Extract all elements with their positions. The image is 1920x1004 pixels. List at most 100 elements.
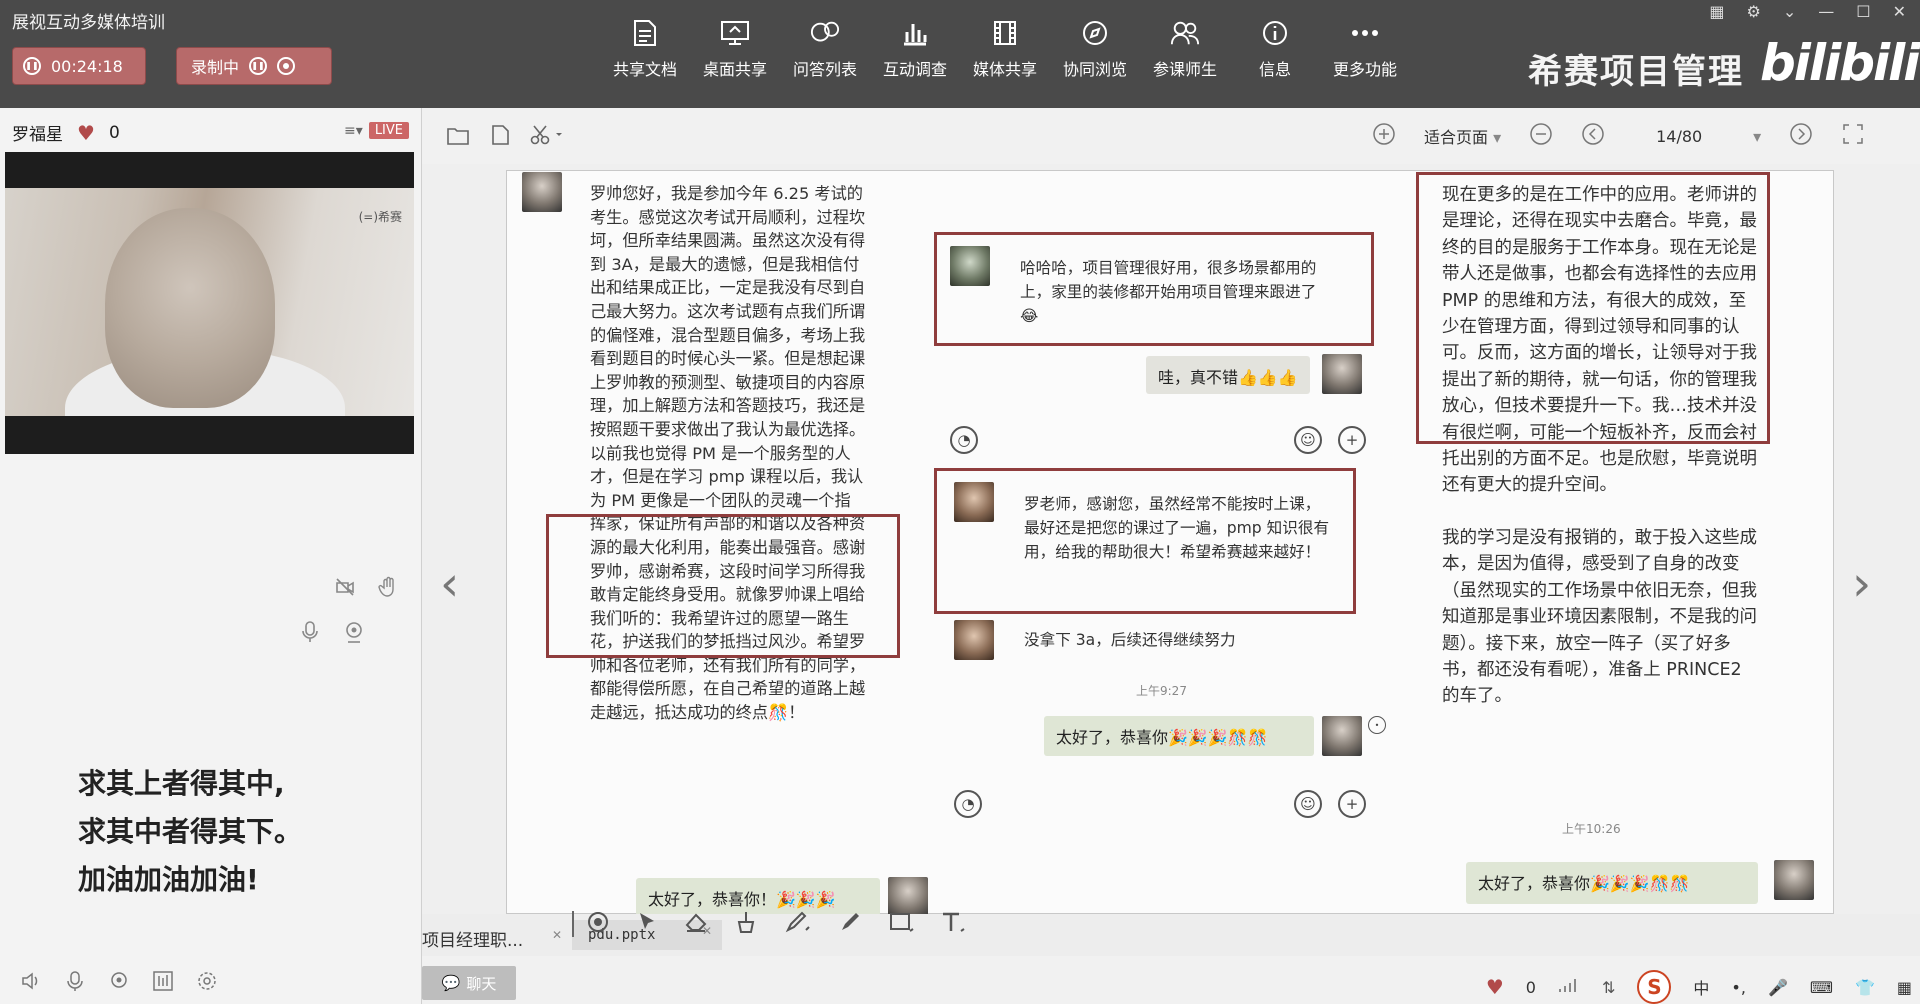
tool-more[interactable]: 更多功能 <box>1320 18 1410 80</box>
highlighter-icon[interactable] <box>838 910 862 938</box>
pause-timer-button[interactable]: ❚❚ 00:24:18 <box>12 47 146 85</box>
toolbar-divider <box>572 911 574 937</box>
page-dropdown-icon[interactable]: ▾ <box>1753 127 1761 146</box>
avatar <box>1322 354 1362 394</box>
message-text: 哈哈哈，项目管理很好用，很多场景都用的上，家里的装修都开始用项目管理来跟进了😂 <box>1020 259 1317 325</box>
recording-stop-icon[interactable] <box>277 57 296 75</box>
reply-bubble: 太好了，恭喜你🎉🎉🎉🎊🎊 <box>1044 716 1314 756</box>
next-slide-arrow-icon[interactable]: › <box>1852 556 1871 612</box>
avatar <box>954 482 994 522</box>
hand-raise-icon[interactable] <box>378 576 400 602</box>
camera-off-icon[interactable] <box>334 576 356 602</box>
scissors-icon[interactable] <box>530 124 564 150</box>
webcam-icon[interactable] <box>342 620 366 648</box>
speaker-icon[interactable] <box>20 970 42 996</box>
annotation-toolbar <box>572 910 966 938</box>
fullscreen-icon[interactable] <box>1841 122 1865 150</box>
new-file-icon[interactable] <box>490 124 510 150</box>
prev-page-icon[interactable] <box>1581 122 1605 150</box>
tool-share-document[interactable]: 共享文档 <box>600 18 690 80</box>
zoom-dropdown-icon: ▾ <box>1493 128 1502 147</box>
chevron-down-icon[interactable]: ⌄ <box>1783 2 1796 21</box>
heart-icon[interactable]: ♥ <box>77 121 95 145</box>
motto-line: 求其中者得其下。 <box>78 815 303 848</box>
top-bar: 展视互动多媒体培训 ❚❚ 00:24:18 录制中 ❚❚ 共享文档 桌面共享 问… <box>0 0 1920 108</box>
brand-text: 希赛项目管理 <box>1528 52 1744 92</box>
pen-icon[interactable] <box>784 910 812 938</box>
close-tab-icon[interactable]: ✕ <box>552 928 562 942</box>
grid-tools-icon[interactable]: ▦ <box>1897 978 1912 997</box>
avatar <box>954 620 994 660</box>
close-icon[interactable]: ✕ <box>1893 2 1906 21</box>
zoom-in-icon[interactable] <box>1372 122 1396 150</box>
tool-cobrowse[interactable]: 协同浏览 <box>1050 18 1140 80</box>
maximize-icon[interactable]: ☐ <box>1856 2 1870 21</box>
zoom-out-icon[interactable] <box>1529 122 1553 150</box>
heart-icon[interactable]: ♥ <box>1486 975 1504 999</box>
settings-icon[interactable] <box>196 970 218 996</box>
voice-icon: ◔ <box>950 426 978 454</box>
video-frame: (=)希赛 <box>5 188 414 416</box>
page-navigation-tools: 适合页面 ▾ 14/80 ▾ <box>1372 122 1865 150</box>
recording-label: 录制中 <box>191 58 240 77</box>
rectangle-icon[interactable] <box>888 911 914 937</box>
users-icon <box>1170 18 1200 48</box>
presenter-panel: 罗福星 ♥ 0 ≡▾ LIVE (=)希赛 求其上者得其中, 求其中者得其下。 … <box>0 108 422 1004</box>
timer-text: 00:24:18 <box>51 56 123 76</box>
keyboard-icon[interactable]: ⌨ <box>1810 978 1833 997</box>
text-tool-icon[interactable] <box>940 910 966 938</box>
resend-icon: • <box>1368 716 1386 734</box>
record-dot-icon[interactable] <box>586 910 610 938</box>
equalizer-icon[interactable] <box>152 970 174 996</box>
layout-icon[interactable]: ▦ <box>1709 2 1724 21</box>
recording-button[interactable]: 录制中 ❚❚ <box>176 47 332 85</box>
chat-button[interactable]: 💬 聊天 <box>422 966 516 1000</box>
tool-desktop-share[interactable]: 桌面共享 <box>690 18 780 80</box>
pointer-icon[interactable] <box>636 910 658 938</box>
prev-slide-arrow-icon[interactable]: ‹ <box>440 556 459 612</box>
plus-icon: + <box>1338 426 1366 454</box>
tool-participants[interactable]: 参课师生 <box>1140 18 1230 80</box>
presenter-row: 罗福星 ♥ 0 <box>12 120 120 146</box>
timestamp: 上午10:26 <box>1562 822 1621 836</box>
zoom-select[interactable]: 适合页面 ▾ <box>1424 124 1501 148</box>
punctuation-icon[interactable]: •, <box>1731 978 1746 997</box>
presenter-name: 罗福星 <box>12 125 63 145</box>
eraser-icon[interactable] <box>684 911 708 937</box>
recording-pause-icon[interactable]: ❚❚ <box>249 57 268 75</box>
shirt-skin-icon[interactable]: 👕 <box>1855 978 1875 997</box>
tool-qa-list[interactable]: 问答列表 <box>780 18 870 80</box>
message-text: 没拿下 3a，后续还得继续努力 <box>1024 631 1236 649</box>
folder-open-icon[interactable] <box>446 124 470 150</box>
chat-bar: 💬 聊天 ♥ 0 ⇅ S 中 •, 🎤 ⌨ 👕 ▦ <box>422 956 1920 1004</box>
tab-project-manager[interactable]: 项目经理职... <box>422 926 523 951</box>
clear-broom-icon[interactable] <box>734 910 758 938</box>
tool-media-share[interactable]: 媒体共享 <box>960 18 1050 80</box>
emoji-icon: ☺ <box>1294 790 1322 818</box>
ime-language[interactable]: 中 <box>1693 975 1709 999</box>
presenter-likes: 0 <box>108 122 120 143</box>
highlight-box <box>1416 172 1770 444</box>
voice-input-icon[interactable]: 🎤 <box>1768 978 1788 997</box>
zoom-label: 适合页面 <box>1424 128 1489 147</box>
settings-gear-icon[interactable]: ⚙ <box>1747 2 1761 21</box>
sogou-ime-logo[interactable]: S <box>1637 970 1672 1004</box>
tool-survey[interactable]: 互动调查 <box>870 18 960 80</box>
bilibili-logo: bilibili <box>1760 34 1920 92</box>
media-film-icon <box>990 18 1020 48</box>
survey-chart-icon <box>900 18 930 48</box>
video-controls <box>334 576 400 602</box>
highlight-box <box>546 514 900 658</box>
microphone-icon[interactable] <box>300 620 320 648</box>
pause-icon: ❚❚ <box>23 57 41 75</box>
signal-icon <box>1558 976 1580 998</box>
mic-icon[interactable] <box>64 970 86 996</box>
status-tray: ♥ 0 ⇅ S 中 •, 🎤 ⌨ 👕 ▦ <box>1486 970 1912 1004</box>
next-page-icon[interactable] <box>1789 122 1813 150</box>
minimize-icon[interactable]: — <box>1818 2 1834 21</box>
tool-info[interactable]: 信息 <box>1230 18 1320 80</box>
list-menu-icon[interactable]: ≡▾ <box>344 123 363 139</box>
camera-icon[interactable] <box>108 970 130 996</box>
page-indicator[interactable]: 14/80 <box>1633 127 1725 146</box>
